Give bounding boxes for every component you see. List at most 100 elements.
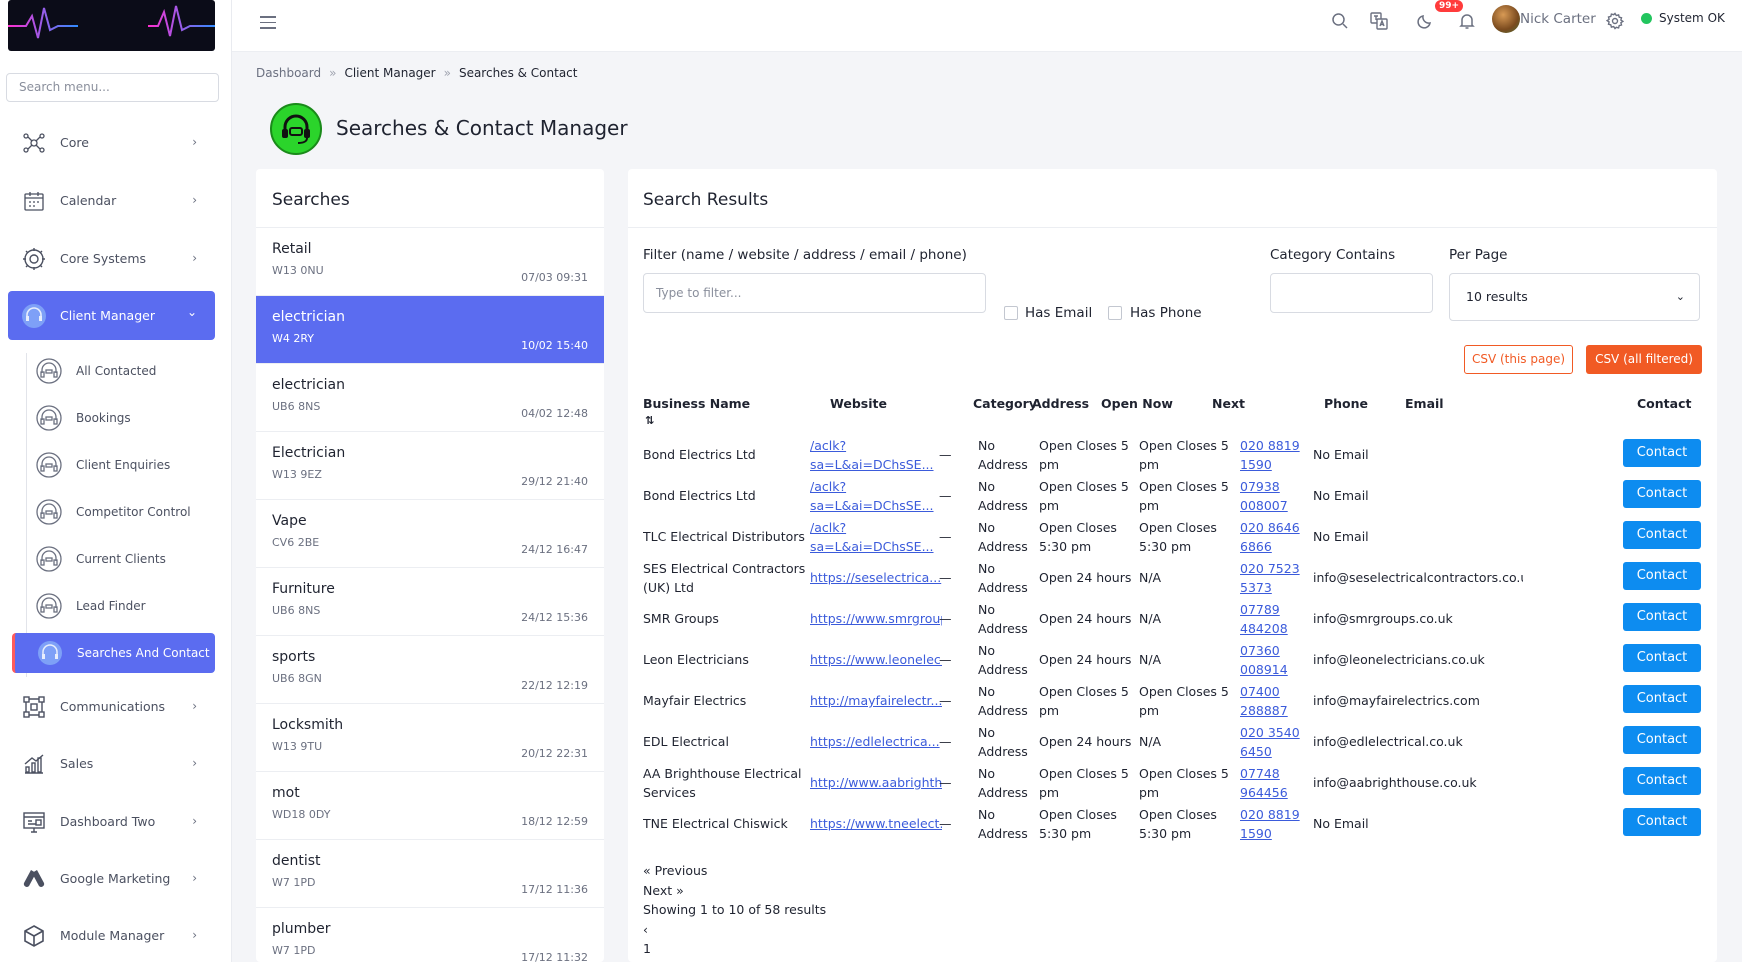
- per-page-select[interactable]: 10 results ⌄: [1449, 273, 1700, 321]
- prev-page-icon[interactable]: ‹: [643, 920, 826, 940]
- filter-input[interactable]: Type to filter...: [643, 273, 986, 313]
- table-row: EDL Electrical https://edlelectrica... — No…: [643, 721, 1703, 762]
- bell-icon[interactable]: [1456, 10, 1478, 32]
- phone-link[interactable]: 020 8819 1590: [1240, 434, 1302, 475]
- col-next[interactable]: Next: [1212, 396, 1245, 411]
- settings-gear-icon[interactable]: [1604, 10, 1626, 32]
- phone-link[interactable]: 020 8646 6866: [1240, 516, 1302, 557]
- table-row: Mayfair Electrics http://mayfairelectr...…: [643, 680, 1703, 721]
- phone-link[interactable]: 07789 484208: [1240, 598, 1302, 639]
- website-link[interactable]: /aclk?sa=L&ai=DChsSE...: [810, 516, 942, 557]
- breadcrumb-client-manager[interactable]: Client Manager: [344, 66, 435, 80]
- col-category[interactable]: Category: [973, 396, 1037, 411]
- contact-button[interactable]: Contact: [1623, 439, 1701, 467]
- contact-button[interactable]: Contact: [1623, 521, 1701, 549]
- website-link[interactable]: https://seselectrica...: [810, 557, 942, 598]
- chevron-right-icon: ›: [192, 135, 197, 149]
- phone-link[interactable]: 07360 008914: [1240, 639, 1302, 680]
- has-phone-checkbox[interactable]: [1108, 306, 1122, 320]
- website-link[interactable]: /aclk?sa=L&ai=DChsSE...: [810, 434, 942, 475]
- search-item[interactable]: dentist W7 1PD 17/12 11:36: [256, 840, 604, 908]
- sidebar-item-sales[interactable]: Sales ›: [8, 739, 215, 788]
- sidebar-item-calendar[interactable]: Calendar ›: [8, 176, 215, 225]
- sidebar-subitem-searches-and-contact[interactable]: Searches And Contact: [12, 633, 215, 673]
- search-item[interactable]: Locksmith W13 9TU 20/12 22:31: [256, 704, 604, 772]
- search-item[interactable]: Vape CV6 2BE 24/12 16:47: [256, 500, 604, 568]
- search-icon[interactable]: [1329, 10, 1351, 32]
- phone-link[interactable]: 020 8819 1590: [1240, 803, 1302, 844]
- sidebar-subitem-bookings[interactable]: Bookings: [36, 398, 216, 438]
- sort-icon[interactable]: ⇅: [645, 414, 654, 427]
- col-website[interactable]: Website: [830, 396, 887, 411]
- sidebar-item-core-systems[interactable]: Core Systems ›: [8, 234, 215, 283]
- csv-this-page-button[interactable]: CSV (this page): [1464, 345, 1573, 374]
- website-link[interactable]: https://edlelectrica...: [810, 721, 942, 762]
- website-link[interactable]: http://www.aabrighth...: [810, 762, 942, 803]
- website-link[interactable]: https://www.smrgroup...: [810, 598, 942, 639]
- sidebar-item-dashboard-two[interactable]: Dashboard Two ›: [8, 797, 215, 846]
- moon-icon[interactable]: [1414, 10, 1436, 32]
- avatar[interactable]: [1492, 5, 1520, 33]
- translate-icon[interactable]: [1368, 10, 1390, 32]
- contact-button[interactable]: Contact: [1623, 603, 1701, 631]
- calendar-icon: [20, 187, 48, 215]
- contact-button[interactable]: Contact: [1623, 767, 1701, 795]
- col-business-name[interactable]: Business Name: [643, 396, 750, 411]
- sidebar-item-module-manager[interactable]: Module Manager ›: [8, 911, 215, 960]
- sidebar-item-core[interactable]: Core ›: [8, 118, 215, 167]
- contact-button[interactable]: Contact: [1623, 644, 1701, 672]
- contact-button[interactable]: Contact: [1623, 685, 1701, 713]
- contact-button[interactable]: Contact: [1623, 808, 1701, 836]
- csv-all-filtered-button[interactable]: CSV (all filtered): [1586, 345, 1702, 374]
- sidebar-item-google-marketing[interactable]: Google Marketing ›: [8, 854, 215, 903]
- phone-link[interactable]: 020 7523 5373: [1240, 557, 1302, 598]
- system-status: System OK: [1659, 11, 1725, 25]
- sidebar-item-communications[interactable]: Communications ›: [8, 682, 215, 731]
- sidebar-subitem-label: Lead Finder: [76, 599, 146, 613]
- search-item[interactable]: electrician UB6 8NS 04/02 12:48: [256, 364, 604, 432]
- has-email-checkbox[interactable]: [1004, 306, 1018, 320]
- search-item[interactable]: plumber W7 1PD 17/12 11:32: [256, 908, 604, 962]
- sidebar-subitem-competitor-control[interactable]: Competitor Control: [36, 492, 216, 532]
- contact-button[interactable]: Contact: [1623, 480, 1701, 508]
- search-name: Vape: [272, 513, 307, 529]
- search-date: 17/12 11:36: [521, 883, 588, 896]
- breadcrumb-dashboard[interactable]: Dashboard: [256, 66, 321, 80]
- results-title: Search Results: [628, 169, 1717, 228]
- previous-link[interactable]: « Previous: [643, 861, 826, 881]
- logo[interactable]: [8, 0, 215, 51]
- website-link[interactable]: http://mayfairelectr...: [810, 680, 942, 721]
- sidebar-subitem-lead-finder[interactable]: Lead Finder: [36, 586, 216, 626]
- col-phone[interactable]: Phone: [1324, 396, 1368, 411]
- phone-link[interactable]: 020 3540 6450: [1240, 721, 1302, 762]
- search-item[interactable]: Electrician W13 9EZ 29/12 21:40: [256, 432, 604, 500]
- col-open-now[interactable]: Open Now: [1101, 396, 1173, 411]
- sidebar-item-client-manager[interactable]: Client Manager ⌄: [8, 291, 215, 340]
- search-item[interactable]: Furniture UB6 8NS 24/12 15:36: [256, 568, 604, 636]
- user-name[interactable]: Nick Carter: [1520, 11, 1596, 27]
- website-link[interactable]: /aclk?sa=L&ai=DChsSE...: [810, 475, 942, 516]
- search-item-selected[interactable]: electrician W4 2RY 10/02 15:40: [256, 296, 604, 364]
- address: No Address: [978, 437, 1028, 472]
- phone-link[interactable]: 07938 008007: [1240, 475, 1302, 516]
- col-address[interactable]: Address: [1032, 396, 1089, 411]
- website-link[interactable]: https://www.tneelect...: [810, 803, 942, 844]
- col-email[interactable]: Email: [1405, 396, 1444, 411]
- website-link[interactable]: https://www.leonelec...: [810, 639, 942, 680]
- search-menu-input[interactable]: Search menu...: [6, 73, 219, 102]
- category-input[interactable]: [1270, 273, 1433, 313]
- page-number[interactable]: 1: [643, 939, 826, 959]
- contact-button[interactable]: Contact: [1623, 562, 1701, 590]
- contact-button[interactable]: Contact: [1623, 726, 1701, 754]
- next-link[interactable]: Next »: [643, 881, 826, 901]
- search-item[interactable]: mot WD18 0DY 18/12 12:59: [256, 772, 604, 840]
- phone-link[interactable]: 07748 964456: [1240, 762, 1302, 803]
- sidebar-subitem-current-clients[interactable]: Current Clients: [36, 539, 216, 579]
- search-item[interactable]: Retail W13 0NU 07/03 09:31: [256, 228, 604, 296]
- sidebar-subitem-all-contacted[interactable]: All Contacted: [36, 351, 216, 391]
- phone-link[interactable]: 07400 288887: [1240, 680, 1302, 721]
- sidebar-subitem-client-enquiries[interactable]: Client Enquiries: [36, 445, 216, 485]
- menu-toggle-icon[interactable]: [260, 16, 276, 30]
- category-label: Category Contains: [1270, 247, 1396, 263]
- search-item[interactable]: sports UB6 8GN 22/12 12:19: [256, 636, 604, 704]
